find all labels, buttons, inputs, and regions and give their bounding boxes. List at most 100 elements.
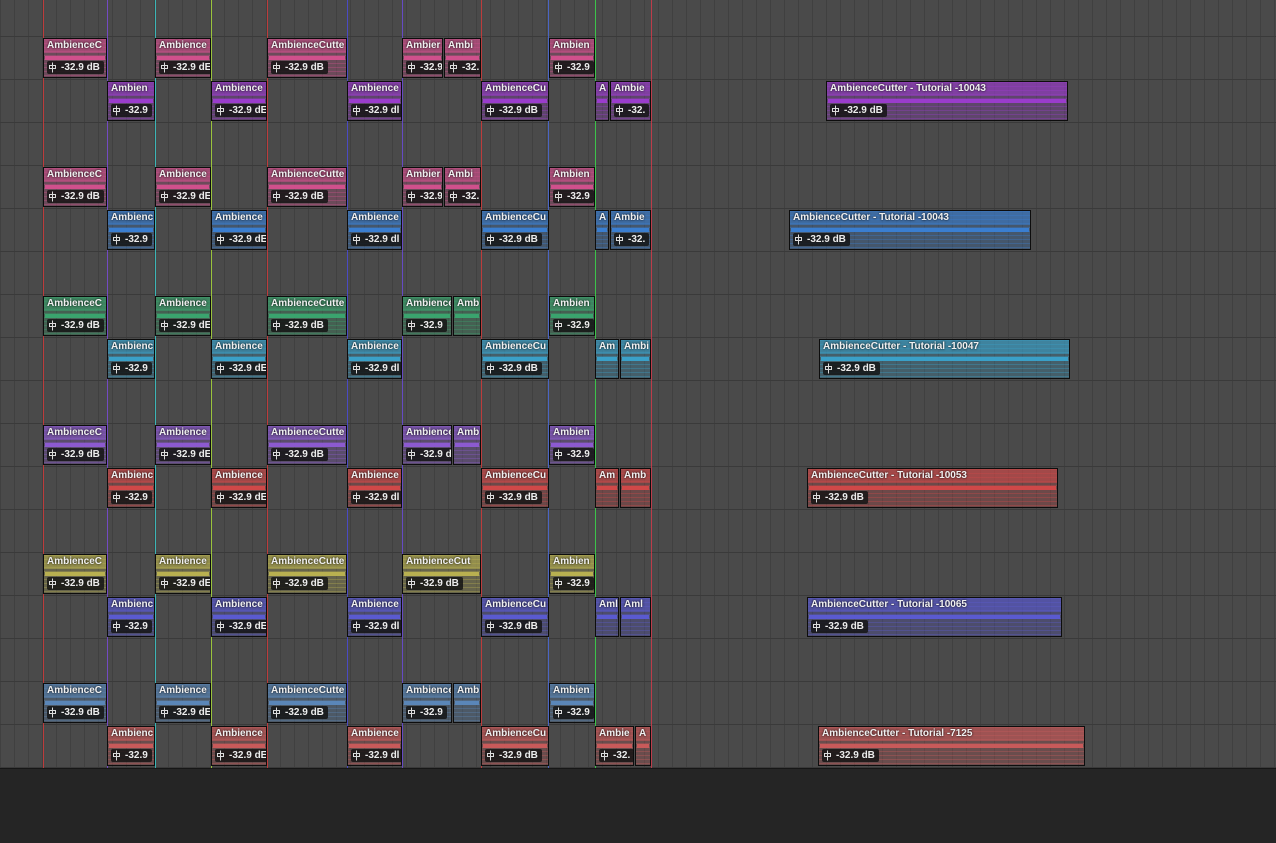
audio-clip[interactable]: Amb — [453, 425, 481, 465]
audio-clip[interactable]: AmbienceCu -32.9 dB — [481, 726, 549, 766]
volume-fader-icon[interactable] — [486, 492, 495, 503]
audio-clip[interactable]: Amb — [453, 296, 481, 336]
volume-fader-icon[interactable] — [794, 234, 803, 245]
volume-fader-icon[interactable] — [352, 363, 361, 374]
volume-fader-icon[interactable] — [823, 750, 832, 761]
audio-clip[interactable]: Ambie -32. — [610, 81, 651, 121]
volume-fader-icon[interactable] — [48, 707, 57, 718]
volume-fader-icon[interactable] — [216, 492, 225, 503]
audio-clip[interactable]: Am — [595, 339, 619, 379]
volume-fader-icon[interactable] — [216, 234, 225, 245]
audio-clip[interactable]: Ambien -32.9 — [549, 554, 595, 594]
audio-clip[interactable]: Ambie -32. — [595, 726, 634, 766]
volume-fader-icon[interactable] — [615, 234, 624, 245]
audio-clip[interactable]: AmbienceCu -32.9 dB — [481, 210, 549, 250]
volume-fader-icon[interactable] — [352, 234, 361, 245]
volume-fader-icon[interactable] — [407, 320, 416, 331]
volume-fader-icon[interactable] — [216, 363, 225, 374]
audio-clip[interactable]: Ambience -32.9 dE — [211, 468, 267, 508]
volume-fader-icon[interactable] — [112, 621, 121, 632]
volume-fader-icon[interactable] — [554, 191, 563, 202]
volume-fader-icon[interactable] — [160, 449, 169, 460]
audio-clip[interactable]: Ambier -32.9 — [402, 167, 443, 207]
volume-fader-icon[interactable] — [112, 363, 121, 374]
audio-clip[interactable]: Am — [595, 468, 619, 508]
audio-clip[interactable]: Ambience -32.9 dE — [211, 81, 267, 121]
audio-clip[interactable]: Ambien -32.9 — [549, 296, 595, 336]
volume-fader-icon[interactable] — [554, 707, 563, 718]
audio-clip[interactable]: Ambience -32.9 — [402, 296, 452, 336]
audio-clip[interactable]: AmbienceCutter - Tutorial -10065 -32.9 dB — [807, 597, 1062, 637]
volume-fader-icon[interactable] — [48, 320, 57, 331]
audio-clip[interactable]: Ambience -32.9 dE — [155, 554, 211, 594]
audio-clip[interactable]: Ambience -32.9 dE — [155, 683, 211, 723]
track-lane[interactable] — [0, 639, 1276, 682]
audio-clip[interactable]: AmbienceC -32.9 dB — [43, 38, 107, 78]
volume-fader-icon[interactable] — [160, 62, 169, 73]
audio-clip[interactable]: Ambience -32.9 dl — [347, 726, 402, 766]
volume-fader-icon[interactable] — [812, 492, 821, 503]
audio-clip[interactable]: Amb — [620, 468, 651, 508]
audio-clip[interactable]: Ambience -32.9 dl — [347, 597, 402, 637]
volume-fader-icon[interactable] — [48, 449, 57, 460]
audio-clip[interactable]: Ambience -32.9 dE — [211, 210, 267, 250]
audio-clip[interactable]: Ambience -32.9 dl — [347, 81, 402, 121]
audio-clip[interactable]: AmbienceCutter - Tutorial -10043 -32.9 dB — [789, 210, 1031, 250]
volume-fader-icon[interactable] — [48, 62, 57, 73]
volume-fader-icon[interactable] — [486, 234, 495, 245]
audio-clip[interactable]: Ambie -32. — [610, 210, 651, 250]
volume-fader-icon[interactable] — [272, 191, 281, 202]
audio-clip[interactable]: Ambience -32.9 dl — [347, 468, 402, 508]
audio-clip[interactable]: Ambienc -32.9 — [107, 210, 155, 250]
audio-clip[interactable]: Ambien -32.9 — [549, 683, 595, 723]
volume-fader-icon[interactable] — [615, 105, 624, 116]
volume-fader-icon[interactable] — [216, 105, 225, 116]
audio-clip[interactable]: AmbienceCutte -32.9 dB — [267, 167, 347, 207]
arrangement-view[interactable]: AmbienceC -32.9 dB Ambience -32.9 dE Ambienc… — [0, 0, 1276, 768]
audio-clip[interactable]: Ambienc -32.9 — [107, 597, 155, 637]
volume-fader-icon[interactable] — [272, 62, 281, 73]
audio-clip[interactable]: Ambienc -32.9 — [107, 339, 155, 379]
audio-clip[interactable]: Ambi — [620, 339, 651, 379]
audio-clip[interactable]: Ambience -32.9 dl — [347, 210, 402, 250]
volume-fader-icon[interactable] — [272, 320, 281, 331]
audio-clip[interactable]: AmbienceCutte -32.9 dB — [267, 38, 347, 78]
audio-clip[interactable]: Ambien -32.9 — [107, 81, 155, 121]
volume-fader-icon[interactable] — [407, 578, 416, 589]
volume-fader-icon[interactable] — [48, 191, 57, 202]
audio-clip[interactable]: AmbienceCutte -32.9 dB — [267, 554, 347, 594]
volume-fader-icon[interactable] — [160, 707, 169, 718]
audio-clip[interactable]: AmbienceC -32.9 dB — [43, 683, 107, 723]
volume-fader-icon[interactable] — [112, 105, 121, 116]
track-lane[interactable] — [0, 381, 1276, 424]
volume-fader-icon[interactable] — [600, 750, 609, 761]
volume-fader-icon[interactable] — [407, 62, 416, 73]
volume-fader-icon[interactable] — [352, 492, 361, 503]
volume-fader-icon[interactable] — [486, 363, 495, 374]
track-lane[interactable] — [0, 510, 1276, 553]
audio-clip[interactable]: AmbienceCutte -32.9 dB — [267, 296, 347, 336]
audio-clip[interactable]: AmbienceCu -32.9 dB — [481, 597, 549, 637]
audio-clip[interactable]: AmbienceCu -32.9 dB — [481, 339, 549, 379]
volume-fader-icon[interactable] — [352, 621, 361, 632]
audio-clip[interactable]: Ambience -32.9 dl — [347, 339, 402, 379]
audio-clip[interactable]: AmbienceCutter - Tutorial -10043 -32.9 dB — [826, 81, 1068, 121]
volume-fader-icon[interactable] — [554, 62, 563, 73]
audio-clip[interactable]: Ambi -32. — [444, 38, 481, 78]
audio-clip[interactable]: Ambience -32.9 dE — [211, 597, 267, 637]
volume-fader-icon[interactable] — [407, 191, 416, 202]
volume-fader-icon[interactable] — [812, 621, 821, 632]
audio-clip[interactable]: Ambi -32. — [444, 167, 481, 207]
volume-fader-icon[interactable] — [554, 320, 563, 331]
audio-clip[interactable]: Ambier -32.9 — [402, 38, 443, 78]
volume-fader-icon[interactable] — [272, 449, 281, 460]
audio-clip[interactable]: Ambienc -32.9 — [107, 726, 155, 766]
audio-clip[interactable]: AmbienceC -32.9 dB — [43, 554, 107, 594]
audio-clip[interactable]: AmbienceCu -32.9 dB — [481, 468, 549, 508]
volume-fader-icon[interactable] — [216, 621, 225, 632]
volume-fader-icon[interactable] — [272, 578, 281, 589]
volume-fader-icon[interactable] — [407, 707, 416, 718]
audio-clip[interactable]: Ambien -32.9 — [549, 167, 595, 207]
audio-clip[interactable]: A — [595, 81, 609, 121]
audio-clip[interactable]: AmbienceC -32.9 dB — [43, 296, 107, 336]
